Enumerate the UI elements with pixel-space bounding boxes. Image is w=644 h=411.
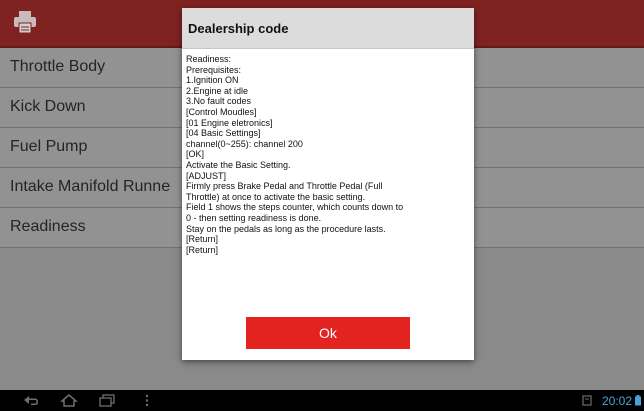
dialog-line: [Control Moudles] <box>186 106 257 117</box>
dialog-line: channel(0~255): channel 200 <box>186 138 303 149</box>
dialog-line: [ADJUST] <box>186 170 227 181</box>
dialog-line: Readiness: <box>186 54 232 64</box>
app-screen: Throttle Body Kick Down Fuel Pump Intake… <box>0 0 644 411</box>
dialog-line: 0 - then setting readiness is done. <box>186 212 322 223</box>
ok-button[interactable]: Ok <box>246 317 410 349</box>
dialog-line: Stay on the pedals as long as the proced… <box>186 223 386 234</box>
dialog-line: Field 1 shows the steps counter, which c… <box>186 202 404 213</box>
dialog-line: [OK] <box>186 149 205 160</box>
system-nav-bar: 20:02 <box>0 390 644 411</box>
status-clock: 20:02 <box>601 394 632 408</box>
home-icon[interactable] <box>60 393 78 408</box>
dialog-line: Prerequisites: <box>186 64 242 75</box>
dialog-line: 2.Engine at idle <box>186 85 249 96</box>
dialog-line: [04 Basic Settings] <box>186 128 261 139</box>
dialog-line: 1.Ignition ON <box>186 75 239 86</box>
dialog-line: Activate the Basic Setting. <box>186 159 291 170</box>
dialog-header: Dealership code <box>182 8 474 49</box>
dialog-line: [01 Engine eletronics] <box>186 117 273 128</box>
dialog-body: Readiness: Prerequisites: 1.Ignition ON … <box>186 54 470 312</box>
menu-icon[interactable] <box>138 393 156 408</box>
dialog-line: [Return] <box>186 244 219 255</box>
dialog-line: Firmly press Brake Pedal and Throttle Pe… <box>186 181 383 192</box>
dialog-title: Dealership code <box>188 21 289 36</box>
dealership-code-dialog: Dealership code Readiness: Prerequisites… <box>182 8 474 360</box>
dialog-line: [Return] <box>186 234 219 245</box>
recent-apps-icon[interactable] <box>98 393 116 408</box>
battery-icon <box>635 395 641 406</box>
storage-icon <box>582 395 592 406</box>
dialog-line: 3.No fault codes <box>186 96 252 107</box>
back-icon[interactable] <box>22 393 40 408</box>
dialog-line: Throttle) at once to activate the basic … <box>186 191 366 202</box>
